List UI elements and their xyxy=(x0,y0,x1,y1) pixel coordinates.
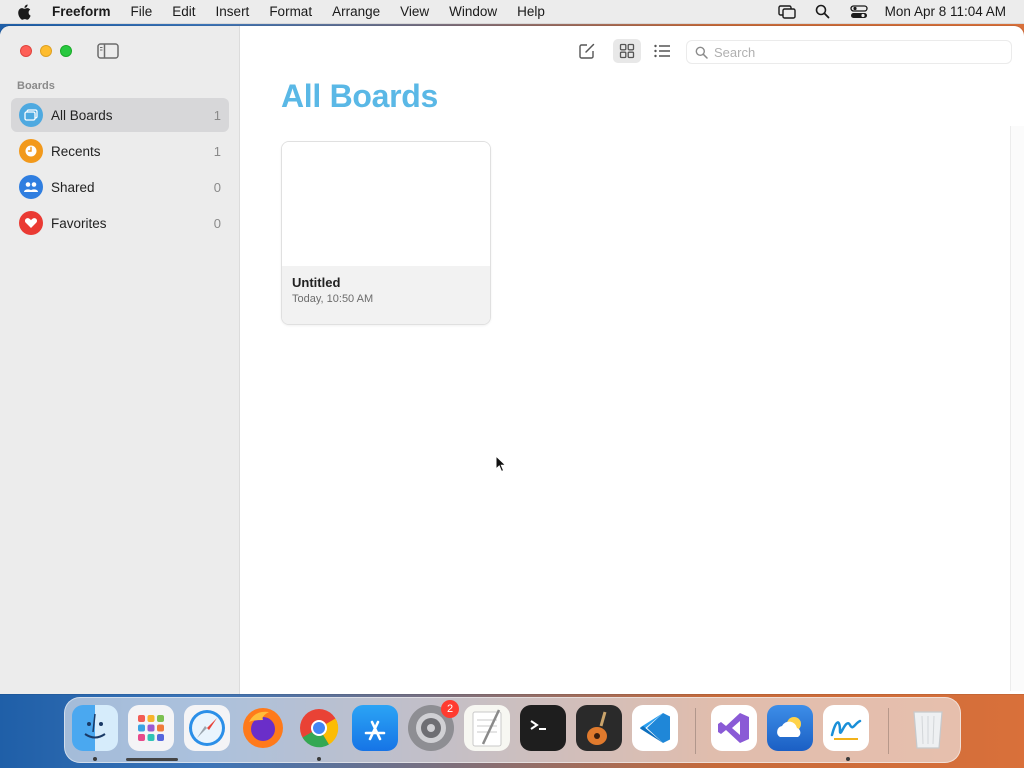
vscode-icon[interactable] xyxy=(632,705,678,751)
menu-arrange[interactable]: Arrange xyxy=(322,0,390,24)
freeform-window: Boards All Boards 1 Recents 1 Shared 0 F… xyxy=(0,26,1024,694)
board-info: Untitled Today, 10:50 AM xyxy=(282,266,490,324)
menu-file[interactable]: File xyxy=(121,0,163,24)
sidebar-item-all-boards[interactable]: All Boards 1 xyxy=(11,98,229,132)
sidebar-item-count: 1 xyxy=(213,143,221,159)
finder-icon[interactable] xyxy=(72,705,118,751)
screen-mirroring-icon[interactable] xyxy=(777,2,797,22)
sidebar-item-count: 0 xyxy=(213,215,221,231)
freeform-icon[interactable] xyxy=(823,705,869,751)
firefox-icon[interactable] xyxy=(240,705,286,751)
board-name: Untitled xyxy=(292,275,341,290)
sidebar-item-count: 0 xyxy=(213,179,221,195)
trash-icon[interactable] xyxy=(905,705,951,751)
sidebar-item-recents[interactable]: Recents 1 xyxy=(11,134,229,168)
search-field[interactable] xyxy=(686,40,1012,64)
board-thumbnail xyxy=(282,142,490,266)
page-title: All Boards xyxy=(281,78,439,114)
boards-list: All Boards 1 Recents 1 Shared 0 Favorite… xyxy=(11,98,229,242)
menu-insert[interactable]: Insert xyxy=(206,0,260,24)
sidebar: Boards All Boards 1 Recents 1 Shared 0 F… xyxy=(0,26,240,694)
menu-format[interactable]: Format xyxy=(259,0,322,24)
control-center-icon[interactable] xyxy=(849,2,869,22)
garageband-icon[interactable] xyxy=(576,705,622,751)
dock-separator xyxy=(695,708,696,754)
apple-menu-icon[interactable] xyxy=(0,4,48,20)
all-boards-icon xyxy=(19,103,43,127)
sidebar-toggle-icon[interactable] xyxy=(96,42,120,60)
running-indicator xyxy=(93,757,97,761)
dock: 2 xyxy=(64,697,961,763)
clock-icon xyxy=(19,139,43,163)
launchpad-progress-bar xyxy=(126,758,178,761)
dock-separator xyxy=(888,708,889,754)
sidebar-item-label: Recents xyxy=(51,143,101,159)
toolbar xyxy=(241,26,1024,76)
app-store-icon[interactable] xyxy=(352,705,398,751)
menu-bar: Freeform File Edit Insert Format Arrange… xyxy=(0,0,1024,24)
launchpad-icon[interactable] xyxy=(128,705,174,751)
sidebar-item-count: 1 xyxy=(213,107,221,123)
sidebar-item-label: Shared xyxy=(51,179,95,195)
sidebar-item-favorites[interactable]: Favorites 0 xyxy=(11,206,229,240)
board-date: Today, 10:50 AM xyxy=(292,293,374,305)
running-indicator xyxy=(317,757,321,761)
menu-app-name[interactable]: Freeform xyxy=(48,0,121,24)
zoom-button[interactable] xyxy=(60,45,72,57)
sidebar-item-shared[interactable]: Shared 0 xyxy=(11,170,229,204)
chrome-icon[interactable] xyxy=(296,705,342,751)
menu-edit[interactable]: Edit xyxy=(162,0,205,24)
menu-help[interactable]: Help xyxy=(507,0,555,24)
menu-window[interactable]: Window xyxy=(439,0,507,24)
scrollbar[interactable] xyxy=(1010,126,1024,691)
sidebar-heading: Boards xyxy=(17,80,55,92)
new-board-icon[interactable] xyxy=(573,39,601,63)
running-indicator xyxy=(846,757,850,761)
mouse-cursor-icon xyxy=(495,454,507,473)
search-icon xyxy=(695,46,708,59)
textedit-icon[interactable] xyxy=(464,705,510,751)
safari-icon[interactable] xyxy=(184,705,230,751)
visual-studio-icon[interactable] xyxy=(711,705,757,751)
system-settings-icon[interactable]: 2 xyxy=(408,700,459,751)
people-icon xyxy=(19,175,43,199)
search-input[interactable] xyxy=(714,44,994,60)
close-button[interactable] xyxy=(20,45,32,57)
minimize-button[interactable] xyxy=(40,45,52,57)
board-card[interactable]: Untitled Today, 10:50 AM xyxy=(281,141,491,325)
weather-icon[interactable] xyxy=(767,705,813,751)
spotlight-search-icon[interactable] xyxy=(813,2,833,22)
notification-badge: 2 xyxy=(441,700,459,718)
sidebar-item-label: Favorites xyxy=(51,215,107,231)
list-view-icon[interactable] xyxy=(648,39,676,63)
window-controls xyxy=(20,45,72,57)
terminal-icon[interactable] xyxy=(520,705,566,751)
sidebar-item-label: All Boards xyxy=(51,107,113,123)
grid-view-icon[interactable] xyxy=(613,39,641,63)
menu-view[interactable]: View xyxy=(390,0,439,24)
menubar-clock[interactable]: Mon Apr 8 11:04 AM xyxy=(885,4,1006,19)
heart-icon xyxy=(19,211,43,235)
